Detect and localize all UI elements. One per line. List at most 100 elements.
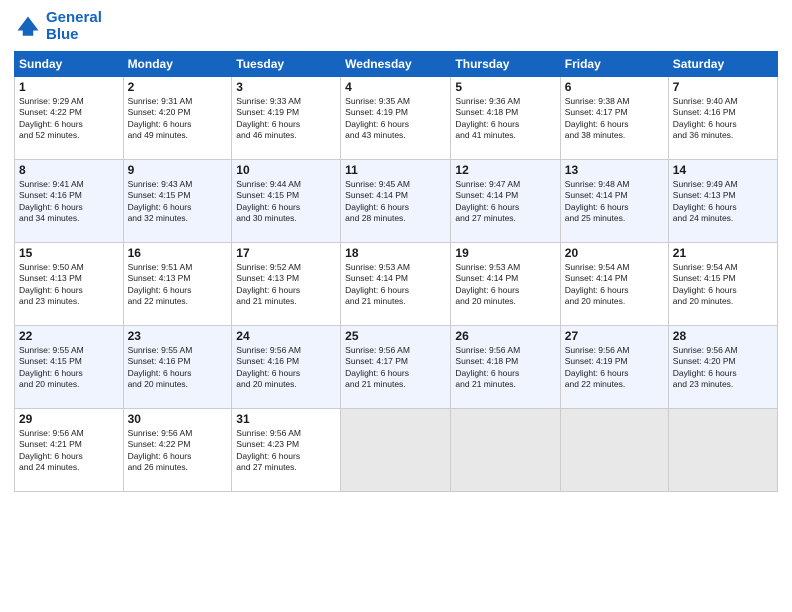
day-info: Sunrise: 9:43 AMSunset: 4:15 PMDaylight:… (128, 179, 228, 225)
day-info: Sunrise: 9:53 AMSunset: 4:14 PMDaylight:… (345, 262, 446, 308)
day-info: Sunrise: 9:44 AMSunset: 4:15 PMDaylight:… (236, 179, 336, 225)
calendar-cell: 10Sunrise: 9:44 AMSunset: 4:15 PMDayligh… (232, 160, 341, 243)
logo: General Blue (14, 10, 102, 43)
day-info: Sunrise: 9:56 AMSunset: 4:18 PMDaylight:… (455, 345, 555, 391)
day-info: Sunrise: 9:56 AMSunset: 4:21 PMDaylight:… (19, 428, 119, 474)
day-number: 2 (128, 80, 228, 94)
calendar-cell: 25 Sunrise: 9:56 AMSunset: 4:17 PMDayligh… (341, 326, 451, 409)
day-number: 30 (128, 412, 228, 426)
day-number: 28 (673, 329, 773, 343)
calendar-cell (560, 409, 668, 492)
day-info: Sunrise: 9:56 AMSunset: 4:22 PMDaylight:… (128, 428, 228, 474)
day-number: 27 (565, 329, 664, 343)
logo-icon (14, 13, 42, 41)
calendar-cell: 15Sunrise: 9:50 AMSunset: 4:13 PMDayligh… (15, 243, 124, 326)
day-info: Sunrise: 9:40 AMSunset: 4:16 PMDaylight:… (673, 96, 773, 142)
day-info: Sunrise: 9:56 AMSunset: 4:16 PMDaylight:… (236, 345, 336, 391)
header: General Blue (14, 10, 778, 43)
day-info: Sunrise: 9:56 AMSunset: 4:20 PMDaylight:… (673, 345, 773, 391)
calendar-cell: 24 Sunrise: 9:56 AMSunset: 4:16 PMDayligh… (232, 326, 341, 409)
day-number: 4 (345, 80, 446, 94)
day-number: 13 (565, 163, 664, 177)
day-info: Sunrise: 9:53 AMSunset: 4:14 PMDaylight:… (455, 262, 555, 308)
calendar-week-row: 29 Sunrise: 9:56 AMSunset: 4:21 PMDayligh… (15, 409, 778, 492)
calendar-cell (451, 409, 560, 492)
day-number: 24 (236, 329, 336, 343)
calendar-cell: 16Sunrise: 9:51 AMSunset: 4:13 PMDayligh… (123, 243, 232, 326)
calendar-cell (341, 409, 451, 492)
calendar-day-header: Friday (560, 52, 668, 77)
day-number: 19 (455, 246, 555, 260)
calendar-cell: 7 Sunrise: 9:40 AMSunset: 4:16 PMDaylight… (668, 77, 777, 160)
day-number: 12 (455, 163, 555, 177)
calendar-cell: 19 Sunrise: 9:53 AMSunset: 4:14 PMDayligh… (451, 243, 560, 326)
day-info: Sunrise: 9:47 AMSunset: 4:14 PMDaylight:… (455, 179, 555, 225)
day-number: 18 (345, 246, 446, 260)
day-info: Sunrise: 9:36 AMSunset: 4:18 PMDaylight:… (455, 96, 555, 142)
calendar-cell: 20 Sunrise: 9:54 AMSunset: 4:14 PMDayligh… (560, 243, 668, 326)
calendar-day-header: Thursday (451, 52, 560, 77)
day-number: 16 (128, 246, 228, 260)
day-info: Sunrise: 9:54 AMSunset: 4:15 PMDaylight:… (673, 262, 773, 308)
day-number: 22 (19, 329, 119, 343)
calendar-cell: 29 Sunrise: 9:56 AMSunset: 4:21 PMDayligh… (15, 409, 124, 492)
day-number: 6 (565, 80, 664, 94)
calendar-cell: 17Sunrise: 9:52 AMSunset: 4:13 PMDayligh… (232, 243, 341, 326)
day-number: 17 (236, 246, 336, 260)
calendar-week-row: 15Sunrise: 9:50 AMSunset: 4:13 PMDayligh… (15, 243, 778, 326)
day-number: 29 (19, 412, 119, 426)
calendar-day-header: Tuesday (232, 52, 341, 77)
calendar-cell: 21 Sunrise: 9:54 AMSunset: 4:15 PMDayligh… (668, 243, 777, 326)
calendar-cell: 13Sunrise: 9:48 AMSunset: 4:14 PMDayligh… (560, 160, 668, 243)
day-info: Sunrise: 9:55 AMSunset: 4:15 PMDaylight:… (19, 345, 119, 391)
calendar-week-row: 8Sunrise: 9:41 AMSunset: 4:16 PMDaylight… (15, 160, 778, 243)
day-number: 25 (345, 329, 446, 343)
day-info: Sunrise: 9:33 AMSunset: 4:19 PMDaylight:… (236, 96, 336, 142)
day-info: Sunrise: 9:31 AMSunset: 4:20 PMDaylight:… (128, 96, 228, 142)
calendar-cell (668, 409, 777, 492)
calendar-cell: 11Sunrise: 9:45 AMSunset: 4:14 PMDayligh… (341, 160, 451, 243)
day-info: Sunrise: 9:29 AMSunset: 4:22 PMDaylight:… (19, 96, 119, 142)
day-info: Sunrise: 9:38 AMSunset: 4:17 PMDaylight:… (565, 96, 664, 142)
calendar-cell: 6 Sunrise: 9:38 AMSunset: 4:17 PMDaylight… (560, 77, 668, 160)
calendar-cell: 26 Sunrise: 9:56 AMSunset: 4:18 PMDayligh… (451, 326, 560, 409)
day-info: Sunrise: 9:49 AMSunset: 4:13 PMDaylight:… (673, 179, 773, 225)
day-number: 5 (455, 80, 555, 94)
logo-text: General Blue (46, 10, 102, 43)
day-info: Sunrise: 9:54 AMSunset: 4:14 PMDaylight:… (565, 262, 664, 308)
calendar-cell: 30 Sunrise: 9:56 AMSunset: 4:22 PMDayligh… (123, 409, 232, 492)
calendar-cell: 23Sunrise: 9:55 AMSunset: 4:16 PMDayligh… (123, 326, 232, 409)
page-container: General Blue SundayMondayTuesdayWednesda… (0, 0, 792, 612)
calendar-cell: 22 Sunrise: 9:55 AMSunset: 4:15 PMDayligh… (15, 326, 124, 409)
day-number: 31 (236, 412, 336, 426)
day-number: 9 (128, 163, 228, 177)
calendar-cell: 28 Sunrise: 9:56 AMSunset: 4:20 PMDayligh… (668, 326, 777, 409)
calendar-cell: 14 Sunrise: 9:49 AMSunset: 4:13 PMDayligh… (668, 160, 777, 243)
calendar-day-header: Saturday (668, 52, 777, 77)
calendar-week-row: 22 Sunrise: 9:55 AMSunset: 4:15 PMDayligh… (15, 326, 778, 409)
day-info: Sunrise: 9:56 AMSunset: 4:19 PMDaylight:… (565, 345, 664, 391)
day-info: Sunrise: 9:56 AMSunset: 4:17 PMDaylight:… (345, 345, 446, 391)
calendar-cell: 12 Sunrise: 9:47 AMSunset: 4:14 PMDayligh… (451, 160, 560, 243)
calendar-cell: 18 Sunrise: 9:53 AMSunset: 4:14 PMDayligh… (341, 243, 451, 326)
day-number: 20 (565, 246, 664, 260)
calendar-cell: 2 Sunrise: 9:31 AMSunset: 4:20 PMDaylight… (123, 77, 232, 160)
calendar-day-header: Sunday (15, 52, 124, 77)
calendar-cell: 4 Sunrise: 9:35 AMSunset: 4:19 PMDaylight… (341, 77, 451, 160)
day-number: 7 (673, 80, 773, 94)
day-number: 14 (673, 163, 773, 177)
day-number: 11 (345, 163, 446, 177)
day-info: Sunrise: 9:41 AMSunset: 4:16 PMDaylight:… (19, 179, 119, 225)
calendar-cell: 9 Sunrise: 9:43 AMSunset: 4:15 PMDaylight… (123, 160, 232, 243)
day-number: 26 (455, 329, 555, 343)
calendar-day-header: Wednesday (341, 52, 451, 77)
calendar-cell: 1 Sunrise: 9:29 AMSunset: 4:22 PMDaylight… (15, 77, 124, 160)
day-info: Sunrise: 9:35 AMSunset: 4:19 PMDaylight:… (345, 96, 446, 142)
day-number: 3 (236, 80, 336, 94)
calendar-day-header: Monday (123, 52, 232, 77)
day-number: 21 (673, 246, 773, 260)
calendar-cell: 31 Sunrise: 9:56 AMSunset: 4:23 PMDayligh… (232, 409, 341, 492)
day-number: 1 (19, 80, 119, 94)
day-info: Sunrise: 9:56 AMSunset: 4:23 PMDaylight:… (236, 428, 336, 474)
calendar-cell: 27 Sunrise: 9:56 AMSunset: 4:19 PMDayligh… (560, 326, 668, 409)
